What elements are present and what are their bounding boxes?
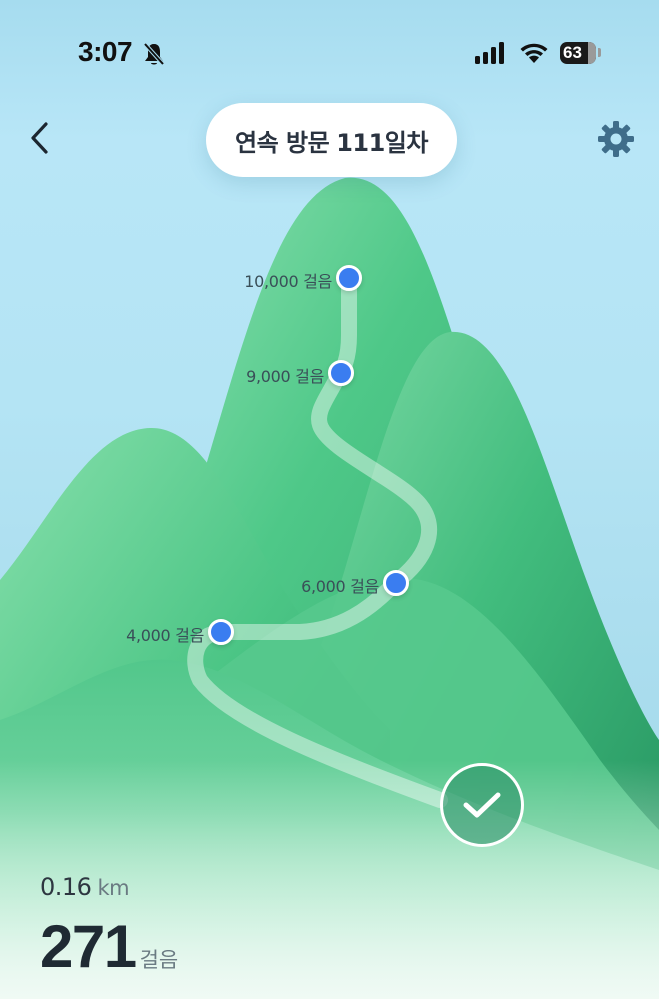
distance-readout: 0.16 km	[40, 873, 130, 901]
battery-cap	[598, 48, 601, 57]
steps-readout: 271 걸음	[40, 912, 178, 981]
milestone-dot-4000[interactable]	[208, 619, 234, 645]
milestone-dot-10000[interactable]	[336, 265, 362, 291]
check-button[interactable]	[440, 763, 524, 847]
milestone-label-4000: 4,000 걸음	[126, 626, 204, 645]
bell-slash-icon	[143, 42, 165, 66]
signal-icon	[475, 42, 504, 64]
milestone-label-9000: 9,000 걸음	[246, 367, 324, 386]
distance-value: 0.16	[40, 873, 92, 901]
chevron-left-icon	[31, 122, 48, 154]
settings-button[interactable]	[596, 119, 636, 159]
title-prefix: 연속 방문	[235, 128, 330, 157]
title-pill: 연속 방문 111일차	[206, 103, 457, 177]
distance-unit: km	[97, 876, 130, 900]
steps-unit: 걸음	[139, 948, 179, 972]
milestone-dot-6000[interactable]	[383, 570, 409, 596]
screen: 10,000 걸음 9,000 걸음 6,000 걸음 4,000 걸음 3:0…	[0, 0, 659, 999]
gear-icon	[598, 121, 634, 157]
battery-icon: 63	[560, 42, 596, 64]
milestone-label-10000: 10,000 걸음	[244, 272, 332, 291]
milestone-dot-9000[interactable]	[328, 360, 354, 386]
battery-level-text: 63	[563, 43, 582, 62]
back-button[interactable]	[22, 116, 62, 160]
wifi-icon	[520, 43, 548, 63]
steps-value: 271	[40, 913, 137, 980]
status-time: 3:07	[78, 36, 133, 67]
checkmark-icon	[463, 792, 501, 818]
milestone-label-6000: 6,000 걸음	[301, 577, 379, 596]
title-count: 111일차	[336, 128, 428, 157]
